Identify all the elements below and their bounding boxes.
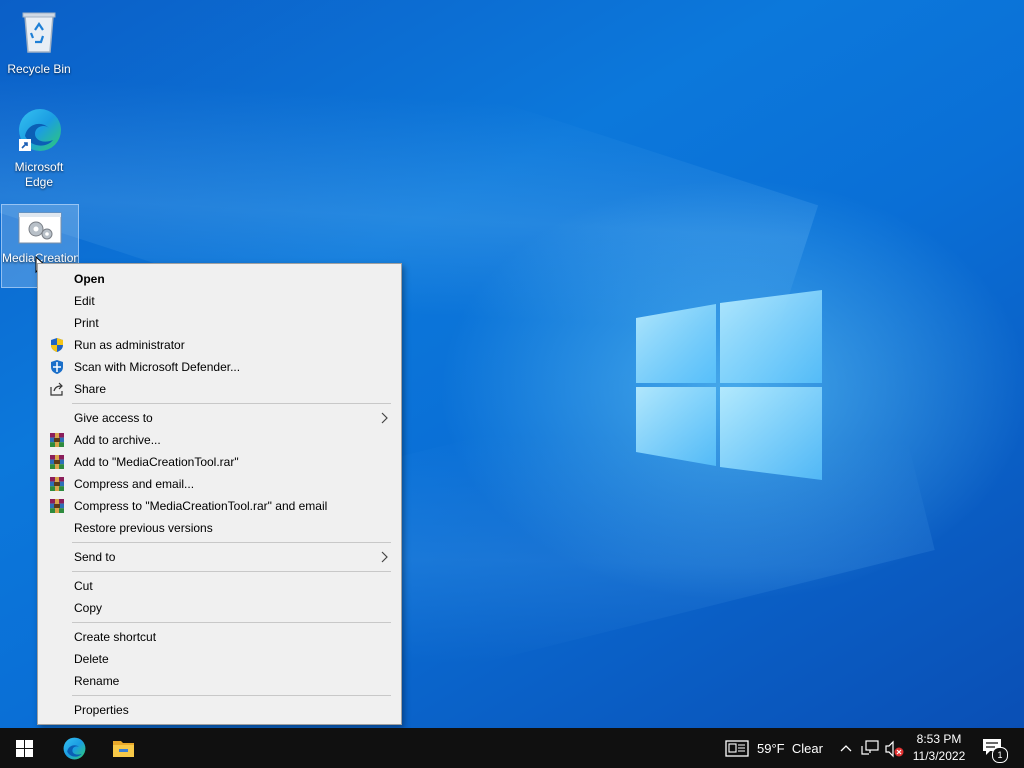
menu-item-add-to-rar[interactable]: Add to "MediaCreationTool.rar" bbox=[40, 451, 399, 473]
share-icon bbox=[50, 382, 63, 396]
weather-temperature: 59°F bbox=[757, 741, 785, 756]
menu-item-print[interactable]: Print bbox=[40, 312, 399, 334]
menu-item-label: Print bbox=[74, 316, 99, 330]
volume-muted-icon[interactable] bbox=[884, 740, 904, 758]
menu-item-label: Open bbox=[74, 272, 105, 286]
menu-item-restore-previous-versions[interactable]: Restore previous versions bbox=[40, 517, 399, 539]
chevron-right-icon bbox=[381, 551, 388, 563]
menu-item-copy[interactable]: Copy bbox=[40, 597, 399, 619]
menu-item-label: Restore previous versions bbox=[74, 521, 213, 535]
recycle-bin-icon bbox=[22, 12, 56, 53]
context-menu: Open Edit Print Run as administrator Sca… bbox=[37, 263, 402, 725]
taskbar-file-explorer-button[interactable] bbox=[99, 728, 147, 768]
menu-separator bbox=[72, 571, 391, 572]
network-icon[interactable] bbox=[861, 740, 879, 756]
menu-item-label: Properties bbox=[74, 703, 129, 717]
menu-item-label: Compress to "MediaCreationTool.rar" and … bbox=[74, 499, 328, 513]
menu-item-label: Copy bbox=[74, 601, 103, 615]
weather-widget[interactable]: 59°F Clear bbox=[722, 728, 832, 768]
menu-item-scan-defender[interactable]: Scan with Microsoft Defender... bbox=[40, 356, 399, 378]
news-icon bbox=[725, 740, 749, 757]
chevron-up-icon[interactable] bbox=[838, 740, 854, 756]
taskbar: 59°F Clear 8:53 PM 11/3/2022 1 bbox=[0, 728, 1024, 768]
menu-item-label: Run as administrator bbox=[74, 338, 185, 352]
clock[interactable]: 8:53 PM 11/3/2022 bbox=[906, 731, 972, 765]
menu-separator bbox=[72, 403, 391, 404]
edge-icon bbox=[19, 109, 61, 151]
menu-item-delete[interactable]: Delete bbox=[40, 648, 399, 670]
chevron-right-icon bbox=[381, 412, 388, 424]
menu-item-give-access-to[interactable]: Give access to bbox=[40, 407, 399, 429]
folder-icon bbox=[113, 741, 134, 757]
start-button[interactable] bbox=[0, 728, 48, 768]
windows-logo-icon bbox=[16, 740, 33, 757]
menu-item-label: Add to "MediaCreationTool.rar" bbox=[74, 455, 239, 469]
clock-date: 11/3/2022 bbox=[912, 749, 966, 763]
media-creation-tool-icon bbox=[18, 212, 62, 244]
menu-item-send-to[interactable]: Send to bbox=[40, 546, 399, 568]
uac-shield-icon bbox=[51, 338, 63, 352]
menu-item-label: Compress and email... bbox=[74, 477, 195, 491]
menu-item-open[interactable]: Open bbox=[40, 268, 399, 290]
menu-item-label: Add to archive... bbox=[74, 433, 161, 447]
menu-item-label: Edit bbox=[74, 294, 95, 308]
menu-item-add-to-archive[interactable]: Add to archive... bbox=[40, 429, 399, 451]
menu-separator bbox=[72, 542, 391, 543]
menu-item-cut[interactable]: Cut bbox=[40, 575, 399, 597]
menu-item-run-as-administrator[interactable]: Run as administrator bbox=[40, 334, 399, 356]
menu-item-rename[interactable]: Rename bbox=[40, 670, 399, 692]
menu-item-label: Cut bbox=[74, 579, 93, 593]
menu-item-label: Give access to bbox=[74, 411, 153, 425]
weather-text: 59°F Clear bbox=[757, 741, 823, 756]
desktop-icon-recycle-bin[interactable]: Recycle Bin bbox=[1, 8, 77, 77]
edge-icon bbox=[63, 737, 86, 760]
winrar-icon bbox=[50, 433, 64, 447]
winrar-icon bbox=[50, 477, 64, 491]
notification-count-badge: 1 bbox=[992, 747, 1008, 763]
menu-item-compress-to-rar-and-email[interactable]: Compress to "MediaCreationTool.rar" and … bbox=[40, 495, 399, 517]
menu-item-label: Scan with Microsoft Defender... bbox=[74, 360, 241, 374]
menu-item-share[interactable]: Share bbox=[40, 378, 399, 400]
menu-item-edit[interactable]: Edit bbox=[40, 290, 399, 312]
notifications-button[interactable]: 1 bbox=[978, 736, 1008, 763]
desktop-icon-microsoft-edge[interactable]: Microsoft Edge bbox=[1, 106, 77, 190]
menu-item-label: Delete bbox=[74, 652, 109, 666]
menu-item-label: Send to bbox=[74, 550, 116, 564]
winrar-icon bbox=[50, 499, 64, 513]
desktop-icon-label: Microsoft Edge bbox=[14, 160, 64, 189]
menu-item-label: Rename bbox=[74, 674, 120, 688]
desktop-icon-label: Recycle Bin bbox=[7, 62, 71, 76]
windows-wallpaper-logo bbox=[636, 290, 822, 480]
clock-time: 8:53 PM bbox=[916, 732, 962, 746]
menu-item-label: Create shortcut bbox=[74, 630, 157, 644]
desktop[interactable]: Recycle Bin Microsoft Edge MediaCreation… bbox=[0, 0, 1024, 728]
menu-separator bbox=[72, 622, 391, 623]
menu-separator bbox=[72, 695, 391, 696]
menu-item-compress-and-email[interactable]: Compress and email... bbox=[40, 473, 399, 495]
weather-condition: Clear bbox=[791, 741, 823, 756]
winrar-icon bbox=[50, 455, 64, 469]
taskbar-edge-button[interactable] bbox=[50, 728, 98, 768]
menu-item-label: Share bbox=[74, 382, 107, 396]
menu-item-create-shortcut[interactable]: Create shortcut bbox=[40, 626, 399, 648]
menu-item-properties[interactable]: Properties bbox=[40, 699, 399, 721]
defender-icon bbox=[51, 360, 63, 374]
